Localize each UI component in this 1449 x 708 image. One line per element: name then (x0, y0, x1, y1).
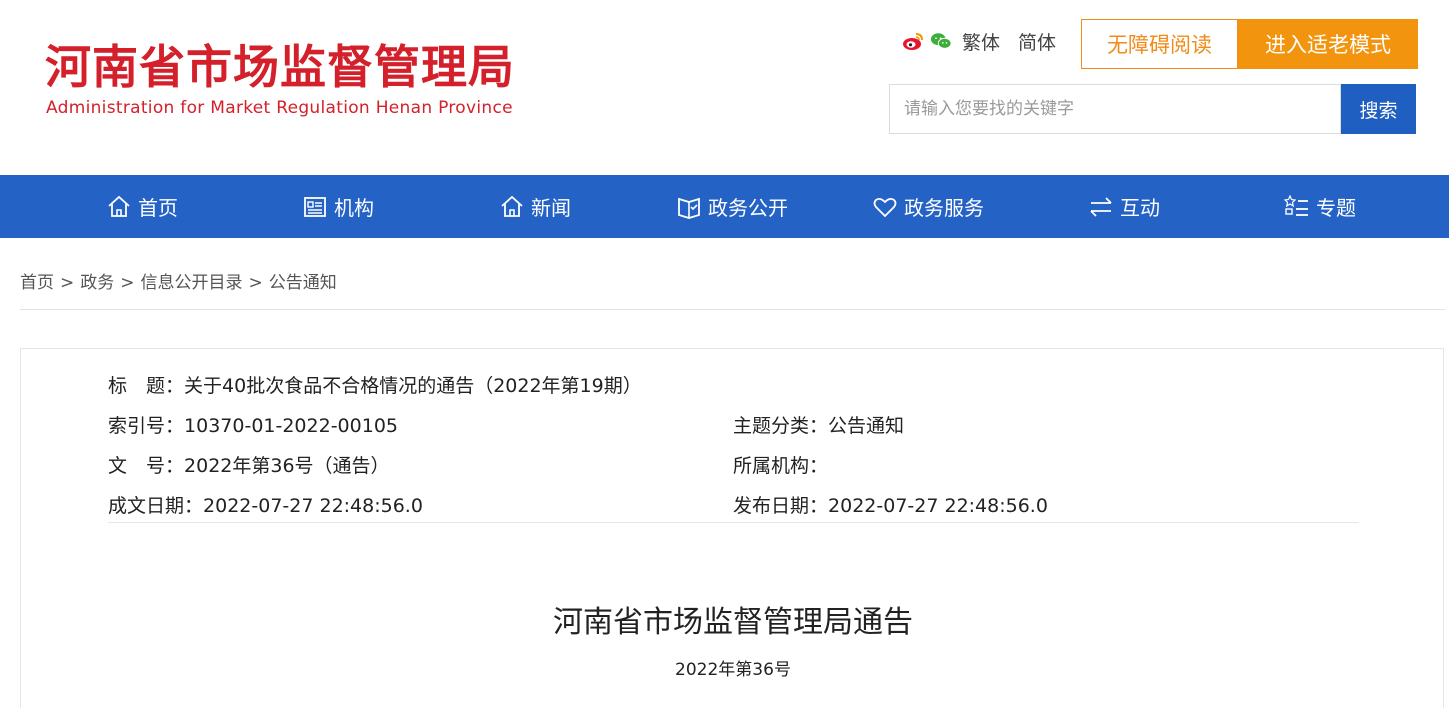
swap-arrows-icon (1090, 196, 1112, 217)
star-list-icon (1284, 193, 1308, 216)
meta-doc-number-label: 文 号： (108, 455, 185, 477)
meta-index-row: 索引号：10370-01-2022-00105 (108, 411, 398, 438)
nav-item-news[interactable]: 新闻 (499, 175, 571, 238)
weibo-icon[interactable] (902, 30, 924, 52)
meta-category-label: 主题分类： (733, 415, 829, 437)
nav-item-government-services[interactable]: 政务服务 (872, 175, 984, 238)
search-input[interactable] (889, 84, 1341, 134)
breadcrumb-separator: > (248, 273, 263, 293)
nav-item-home[interactable]: 首页 (106, 175, 178, 238)
meta-doc-number-value: 2022年第36号（通告） (184, 455, 390, 477)
breadcrumb-item-government[interactable]: 政务 (80, 268, 114, 293)
meta-title-label: 标 题： (108, 375, 185, 397)
meta-organization-label: 所属机构： (733, 455, 829, 477)
breadcrumb-separator: > (120, 273, 135, 293)
nav-item-government-affairs-open[interactable]: 政务公开 (676, 175, 788, 238)
nav-item-interaction[interactable]: 互动 (1088, 175, 1160, 238)
home-icon (108, 195, 130, 217)
meta-created-date-row: 成文日期：2022-07-27 22:48:56.0 (108, 491, 423, 518)
traditional-chinese-link[interactable]: 繁体 (962, 28, 1000, 55)
breadcrumb-item-home[interactable]: 首页 (20, 268, 54, 293)
nav-label: 首页 (138, 196, 178, 220)
meta-title-value: 关于40批次食品不合格情况的通告（2022年第19期） (184, 375, 642, 397)
meta-published-date-value: 2022-07-27 22:48:56.0 (828, 495, 1048, 517)
search-button[interactable]: 搜索 (1341, 84, 1416, 134)
nav-label: 机构 (334, 196, 374, 220)
document-list-icon (304, 196, 326, 217)
meta-category-row: 主题分类：公告通知 (733, 411, 904, 438)
nav-label: 新闻 (531, 196, 571, 220)
site-logo-subtitle: Administration for Market Regulation Hen… (46, 98, 513, 118)
meta-doc-number-row: 文 号：2022年第36号（通告） (108, 451, 390, 478)
nav-label: 政务公开 (708, 196, 788, 220)
meta-published-date-row: 发布日期：2022-07-27 22:48:56.0 (733, 491, 1048, 518)
wechat-icon[interactable] (930, 30, 952, 52)
nav-item-special-topics[interactable]: 专题 (1284, 175, 1356, 238)
nav-label: 专题 (1316, 196, 1356, 220)
nav-label: 政务服务 (904, 196, 984, 220)
breadcrumb-divider (20, 309, 1445, 310)
accessibility-reading-button[interactable]: 无障碍阅读 (1081, 19, 1238, 69)
top-tools: 繁体 简体 (902, 27, 1064, 55)
meta-published-date-label: 发布日期： (733, 495, 829, 517)
home-icon (501, 195, 523, 217)
heart-icon (873, 197, 897, 217)
document-number: 2022年第36号 (675, 660, 791, 680)
meta-organization-row: 所属机构： (733, 451, 828, 478)
article-container: 标 题：关于40批次食品不合格情况的通告（2022年第19期） 索引号：1037… (20, 348, 1444, 708)
nav-label: 互动 (1120, 196, 1160, 220)
meta-category-value: 公告通知 (828, 415, 905, 437)
breadcrumb-item-announcements[interactable]: 公告通知 (269, 268, 337, 293)
meta-title-row: 标 题：关于40批次食品不合格情况的通告（2022年第19期） (108, 371, 642, 398)
meta-divider (108, 522, 1359, 523)
meta-created-date-value: 2022-07-27 22:48:56.0 (203, 495, 423, 517)
breadcrumb-item-disclosure-catalog[interactable]: 信息公开目录 (141, 268, 243, 293)
elder-mode-button[interactable]: 进入适老模式 (1238, 19, 1418, 69)
nav-item-organization[interactable]: 机构 (302, 175, 374, 238)
breadcrumb: 首页 > 政务 > 信息公开目录 > 公告通知 (20, 268, 337, 293)
breadcrumb-separator: > (60, 273, 75, 293)
meta-created-date-label: 成文日期： (108, 495, 204, 517)
document-heading: 河南省市场监督管理局通告 (553, 605, 913, 640)
simplified-chinese-link[interactable]: 简体 (1018, 28, 1056, 55)
meta-index-value: 10370-01-2022-00105 (184, 415, 398, 437)
main-nav: 首页 机构 新闻 政务公开 政务服务 互动 专题 (0, 175, 1449, 238)
open-book-icon (678, 197, 700, 219)
meta-index-label: 索引号： (108, 415, 185, 437)
site-logo-title[interactable]: 河南省市场监督管理局 (45, 38, 515, 96)
